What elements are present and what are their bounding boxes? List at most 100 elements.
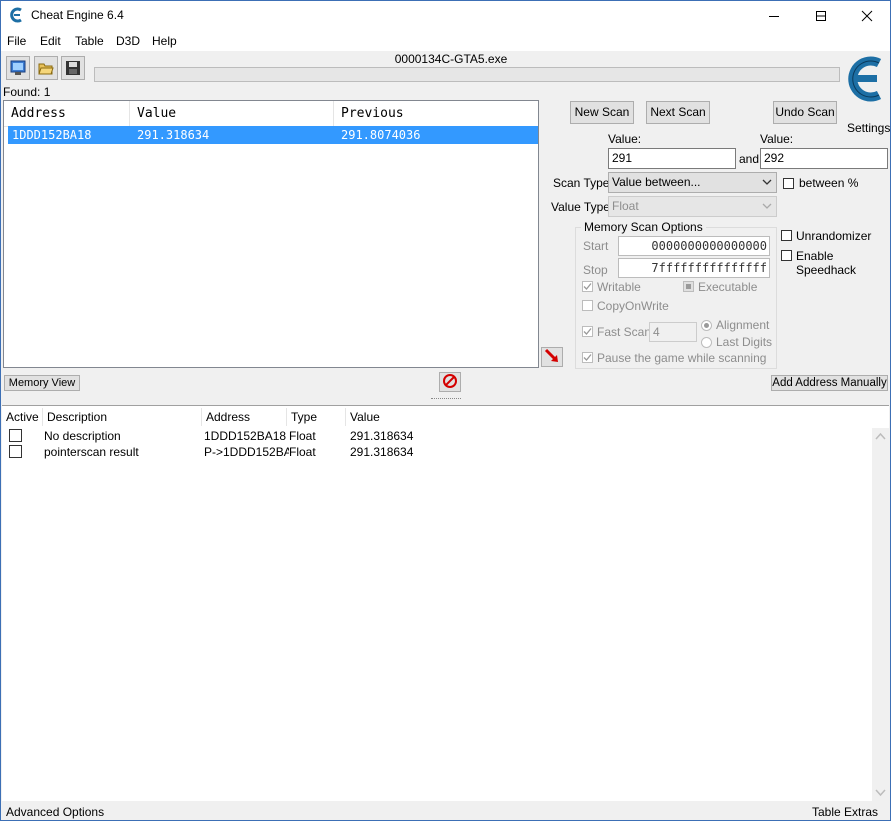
select-process-button[interactable]: [6, 56, 30, 80]
save-file-button[interactable]: [61, 56, 85, 80]
value-input-2[interactable]: 292: [760, 148, 888, 169]
window-minimize-button[interactable]: [751, 1, 797, 31]
red-arrow-icon: [544, 348, 558, 362]
last-digits-radio[interactable]: [701, 337, 712, 348]
result-address: 1DDD152BA18: [12, 128, 92, 142]
menu-edit[interactable]: Edit: [40, 34, 61, 48]
fast-scan-value-input[interactable]: 4: [649, 322, 697, 342]
menu-d3d[interactable]: D3D: [116, 34, 140, 48]
minimize-icon: [769, 16, 779, 17]
add-address-manually-button[interactable]: Add Address Manually: [771, 375, 888, 391]
fast-scan-label: Fast Scan: [597, 325, 652, 339]
scan-results-header: Address Value Previous: [4, 101, 538, 127]
scan-type-label: Scan Type: [553, 176, 610, 190]
table-extras-link[interactable]: Table Extras: [812, 805, 878, 819]
scan-type-value: Value between...: [612, 175, 701, 189]
memory-view-button[interactable]: Memory View: [4, 375, 80, 391]
cheat-engine-settings-logo-icon[interactable]: [841, 51, 889, 107]
executable-checkbox[interactable]: [683, 281, 694, 292]
copy-on-write-checkbox[interactable]: [582, 300, 593, 311]
stop-address-input[interactable]: 7fffffffffffffff: [618, 258, 770, 278]
at-header-value[interactable]: Value: [346, 408, 446, 426]
value-type-dropdown[interactable]: Float: [608, 196, 777, 217]
scan-type-dropdown[interactable]: Value between...: [608, 172, 777, 193]
copy-on-write-label: CopyOnWrite: [597, 299, 669, 313]
last-digits-label: Last Digits: [716, 335, 773, 349]
scroll-down-icon[interactable]: [872, 784, 889, 801]
value-input-1[interactable]: 291: [608, 148, 736, 169]
add-to-list-button[interactable]: [541, 347, 563, 367]
menu-bar: File Edit Table D3D Help: [1, 31, 890, 51]
row-value: 291.318634: [350, 429, 414, 443]
active-checkbox[interactable]: [9, 445, 22, 458]
chevron-down-icon: [762, 203, 772, 209]
stop-label: Stop: [583, 263, 608, 277]
checkmark-icon: [583, 283, 592, 290]
menu-file[interactable]: File: [7, 34, 26, 48]
settings-label[interactable]: Settings: [847, 121, 890, 135]
writable-checkbox[interactable]: [582, 281, 593, 292]
menu-table[interactable]: Table: [75, 34, 104, 48]
scan-result-row[interactable]: 1DDD152BA18 291.318634 291.8074036: [8, 126, 538, 144]
window-maximize-button[interactable]: [798, 1, 844, 31]
fast-scan-checkbox[interactable]: [582, 326, 593, 337]
process-title: 0000134C-GTA5.exe: [394, 52, 508, 66]
at-header-address[interactable]: Address: [202, 408, 287, 426]
result-previous: 291.8074036: [341, 128, 421, 142]
address-table-scrollbar[interactable]: [872, 428, 889, 801]
menu-help[interactable]: Help: [152, 34, 177, 48]
scan-progress-bar: [94, 67, 840, 82]
window-title: Cheat Engine 6.4: [31, 8, 124, 22]
at-header-active[interactable]: Active: [2, 408, 43, 426]
value-type-label: Value Type: [551, 200, 610, 214]
and-label: and: [739, 152, 760, 166]
scan-results-list[interactable]: Address Value Previous 1DDD152BA18 291.3…: [3, 100, 539, 368]
row-description: pointerscan result: [44, 445, 139, 459]
alignment-radio[interactable]: [701, 320, 712, 331]
column-header-address[interactable]: Address: [4, 101, 130, 126]
row-type: Float: [289, 429, 316, 443]
column-header-value[interactable]: Value: [130, 101, 334, 126]
scroll-up-icon[interactable]: [872, 428, 889, 445]
next-scan-button[interactable]: Next Scan: [646, 101, 710, 124]
row-value: 291.318634: [350, 445, 414, 459]
maximize-icon: [816, 11, 826, 21]
value-type-value: Float: [612, 199, 639, 213]
result-value: 291.318634: [137, 128, 210, 142]
alignment-label: Alignment: [716, 318, 770, 332]
unrandomizer-checkbox[interactable]: [781, 230, 792, 241]
status-bar: Advanced Options Table Extras: [1, 801, 890, 820]
row-address: P->1DDD152BA1: [204, 445, 289, 459]
speedhack-checkbox[interactable]: [781, 250, 792, 261]
at-header-description[interactable]: Description: [43, 408, 202, 426]
pause-game-label: Pause the game while scanning: [597, 351, 767, 365]
close-icon: [861, 10, 873, 22]
at-header-type[interactable]: Type: [287, 408, 346, 426]
splitter-handle[interactable]: [431, 398, 461, 402]
memory-scan-options-title: Memory Scan Options: [581, 220, 706, 234]
between-percent-checkbox[interactable]: [783, 178, 794, 189]
table-row[interactable]: No description 1DDD152BA18 Float 291.318…: [2, 428, 872, 444]
stop-clear-button[interactable]: [439, 372, 461, 392]
chevron-down-icon: [762, 179, 772, 185]
window-close-button[interactable]: [844, 1, 890, 31]
address-table[interactable]: Active Description Address Type Value No…: [2, 405, 889, 801]
pause-game-checkbox[interactable]: [582, 352, 593, 363]
open-file-button[interactable]: [34, 56, 58, 80]
undo-scan-button[interactable]: Undo Scan: [773, 101, 837, 124]
table-row[interactable]: pointerscan result P->1DDD152BA1 Float 2…: [2, 444, 872, 460]
advanced-options-link[interactable]: Advanced Options: [6, 805, 104, 819]
active-checkbox[interactable]: [9, 429, 22, 442]
value-label-2: Value:: [760, 132, 794, 146]
executable-label: Executable: [698, 280, 758, 294]
unrandomizer-label: Unrandomizer: [796, 229, 872, 243]
cheat-engine-logo-icon: [10, 7, 22, 23]
checkmark-icon: [583, 354, 592, 361]
start-address-input[interactable]: 0000000000000000: [618, 236, 770, 256]
column-header-previous[interactable]: Previous: [334, 101, 538, 126]
speedhack-label: Enable Speedhack: [796, 249, 857, 277]
value-label-1: Value:: [608, 132, 642, 146]
row-description: No description: [44, 429, 121, 443]
no-entry-icon: [443, 374, 457, 388]
new-scan-button[interactable]: New Scan: [570, 101, 634, 124]
